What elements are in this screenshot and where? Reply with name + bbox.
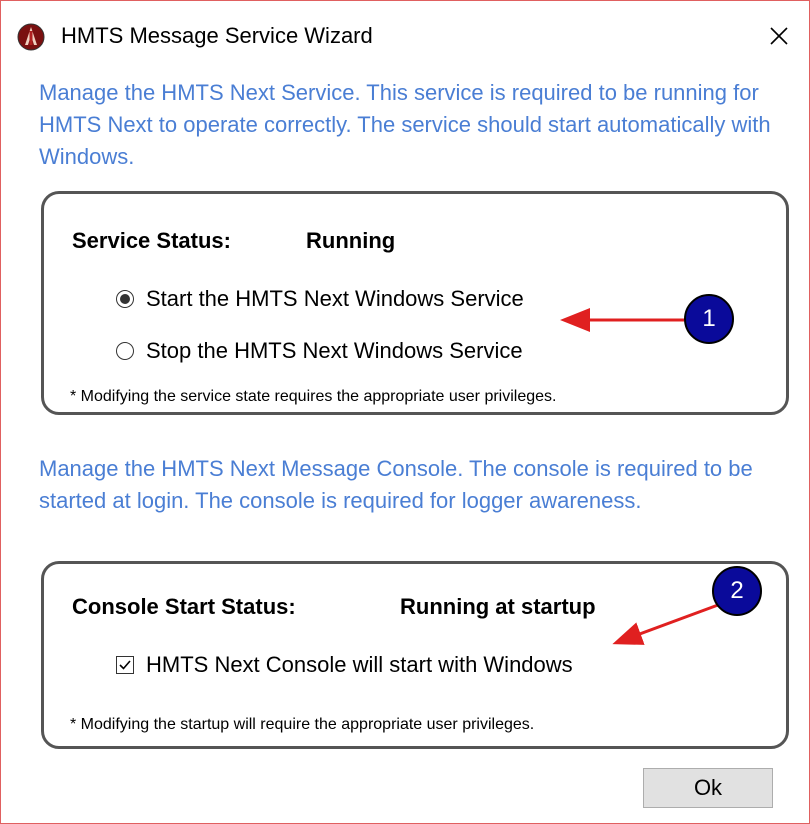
console-status-group: Console Start Status: Running at startup… [41, 561, 789, 749]
window-title: HMTS Message Service Wizard [61, 23, 373, 48]
service-intro-text: Manage the HMTS Next Service. This servi… [39, 80, 771, 169]
start-service-radio[interactable]: Start the HMTS Next Windows Service [116, 286, 524, 312]
radio-unselected-icon [116, 342, 134, 360]
console-status-value: Running at startup [400, 594, 596, 619]
stop-service-label: Stop the HMTS Next Windows Service [146, 338, 523, 363]
close-icon [770, 27, 788, 45]
hmts-logo-icon [17, 23, 45, 51]
service-privilege-note: * Modifying the service state requires t… [70, 388, 557, 405]
service-status-value: Running [306, 228, 396, 253]
console-intro-text: Manage the HMTS Next Message Console. Th… [39, 456, 753, 513]
stop-service-radio[interactable]: Stop the HMTS Next Windows Service [116, 338, 523, 364]
dialog-window: HMTS Message Service Wizard Manage the H… [0, 0, 810, 824]
callout-marker-2: 2 [712, 566, 762, 616]
console-privilege-note: * Modifying the startup will require the… [70, 716, 535, 733]
console-startup-checkbox[interactable]: HMTS Next Console will start with Window… [116, 652, 573, 678]
title-bar: HMTS Message Service Wizard [1, 1, 809, 69]
ok-button[interactable]: Ok [643, 768, 773, 808]
console-startup-label: HMTS Next Console will start with Window… [146, 652, 573, 677]
close-button[interactable] [749, 7, 809, 65]
console-status-label: Console Start Status: [72, 594, 296, 619]
checkmark-icon [116, 656, 134, 674]
callout-marker-1: 1 [684, 294, 734, 344]
start-service-label: Start the HMTS Next Windows Service [146, 286, 524, 311]
service-status-label: Service Status: [72, 228, 231, 253]
radio-selected-icon [116, 290, 134, 308]
service-status-group: Service Status: Running Start the HMTS N… [41, 191, 789, 415]
